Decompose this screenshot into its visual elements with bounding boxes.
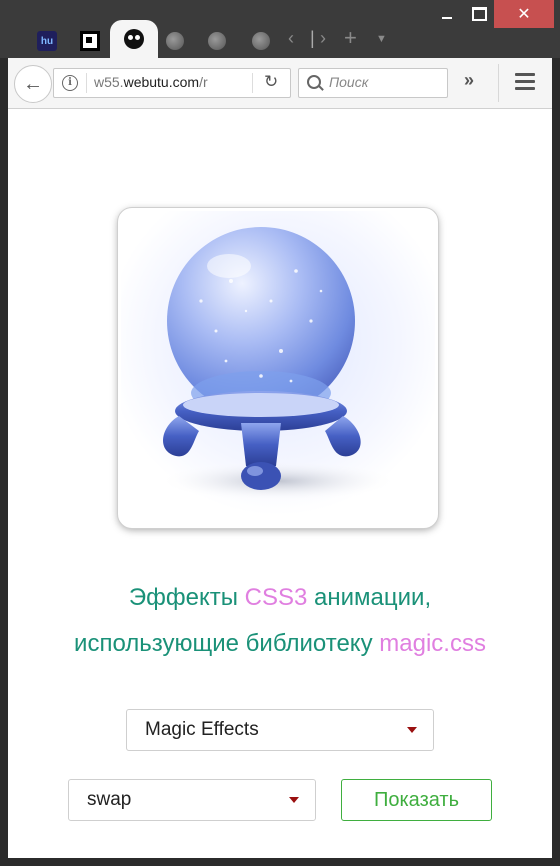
animation-value: swap	[87, 789, 132, 810]
headline-line-1: Эффекты CSS3 анимации,	[128, 584, 432, 611]
reload-icon[interactable]: ↻	[264, 72, 278, 92]
css3-highlight: CSS3	[244, 584, 308, 611]
minimize-icon	[442, 17, 452, 19]
tab-globe-1[interactable]	[158, 24, 192, 58]
caret-down-icon	[407, 727, 417, 733]
animation-select[interactable]: swap	[68, 779, 316, 821]
browser-window: hu ‹ | › + ▼ ✕ ← i w55.webutu.com/r ↻ По…	[0, 0, 560, 866]
address-bar[interactable]: i w55.webutu.com/r ↻	[53, 68, 291, 98]
hamburger-menu-icon[interactable]	[515, 73, 535, 94]
qr-favicon-icon	[80, 31, 100, 51]
tab-active[interactable]	[110, 20, 158, 58]
url-divider	[252, 73, 253, 93]
effects-group-select[interactable]: Magic Effects	[126, 709, 434, 751]
tab-qr[interactable]	[73, 24, 107, 58]
url-text[interactable]: w55.webutu.com/r	[94, 74, 246, 90]
page-content: Эффекты CSS3 анимации, использующие библ…	[8, 109, 552, 858]
overflow-chevron-icon[interactable]: »	[464, 70, 474, 91]
search-bar[interactable]: Поиск	[298, 68, 448, 98]
close-button[interactable]: ✕	[494, 0, 554, 28]
caret-down-icon	[289, 797, 299, 803]
maximize-button[interactable]	[464, 0, 494, 28]
tab-hu[interactable]: hu	[30, 24, 64, 58]
minimize-button[interactable]	[430, 0, 464, 28]
close-icon: ✕	[517, 6, 531, 23]
navigation-toolbar: ← i w55.webutu.com/r ↻ Поиск »	[8, 58, 552, 109]
tab-divider: |	[310, 28, 315, 48]
arrow-left-icon: ←	[23, 72, 43, 95]
crystal-ball-image	[118, 208, 438, 528]
crystal-ball-illustration	[121, 211, 435, 525]
globe-icon	[208, 32, 226, 50]
search-input[interactable]: Поиск	[329, 74, 368, 90]
back-button[interactable]: ←	[14, 65, 52, 103]
toolbar-divider	[498, 64, 499, 102]
tab-list-chevron-down-icon[interactable]: ▼	[376, 33, 387, 45]
alien-favicon-icon	[124, 29, 144, 49]
new-tab-plus-icon[interactable]: +	[344, 25, 357, 51]
info-icon[interactable]: i	[62, 75, 78, 91]
search-icon	[307, 75, 321, 89]
show-button[interactable]: Показать	[341, 779, 492, 821]
tab-globe-3[interactable]	[244, 24, 278, 58]
effects-group-value: Magic Effects	[145, 719, 259, 740]
maximize-icon	[471, 7, 487, 21]
url-divider	[86, 73, 87, 93]
tab-bar: hu ‹ | › + ▼ ✕	[0, 0, 560, 58]
magic-css-highlight: magic.css	[379, 630, 486, 657]
hu-favicon-icon: hu	[37, 31, 57, 51]
scroll-tabs-right-icon[interactable]: ›	[320, 28, 326, 49]
headline-line-2: использующие библиотеку magic.css	[74, 630, 486, 657]
tab-globe-2[interactable]	[200, 24, 234, 58]
globe-icon	[166, 32, 184, 50]
page-headline: Эффекты CSS3 анимации, использующие библ…	[8, 575, 552, 667]
globe-icon	[252, 32, 270, 50]
scroll-tabs-left-icon[interactable]: ‹	[288, 28, 294, 49]
